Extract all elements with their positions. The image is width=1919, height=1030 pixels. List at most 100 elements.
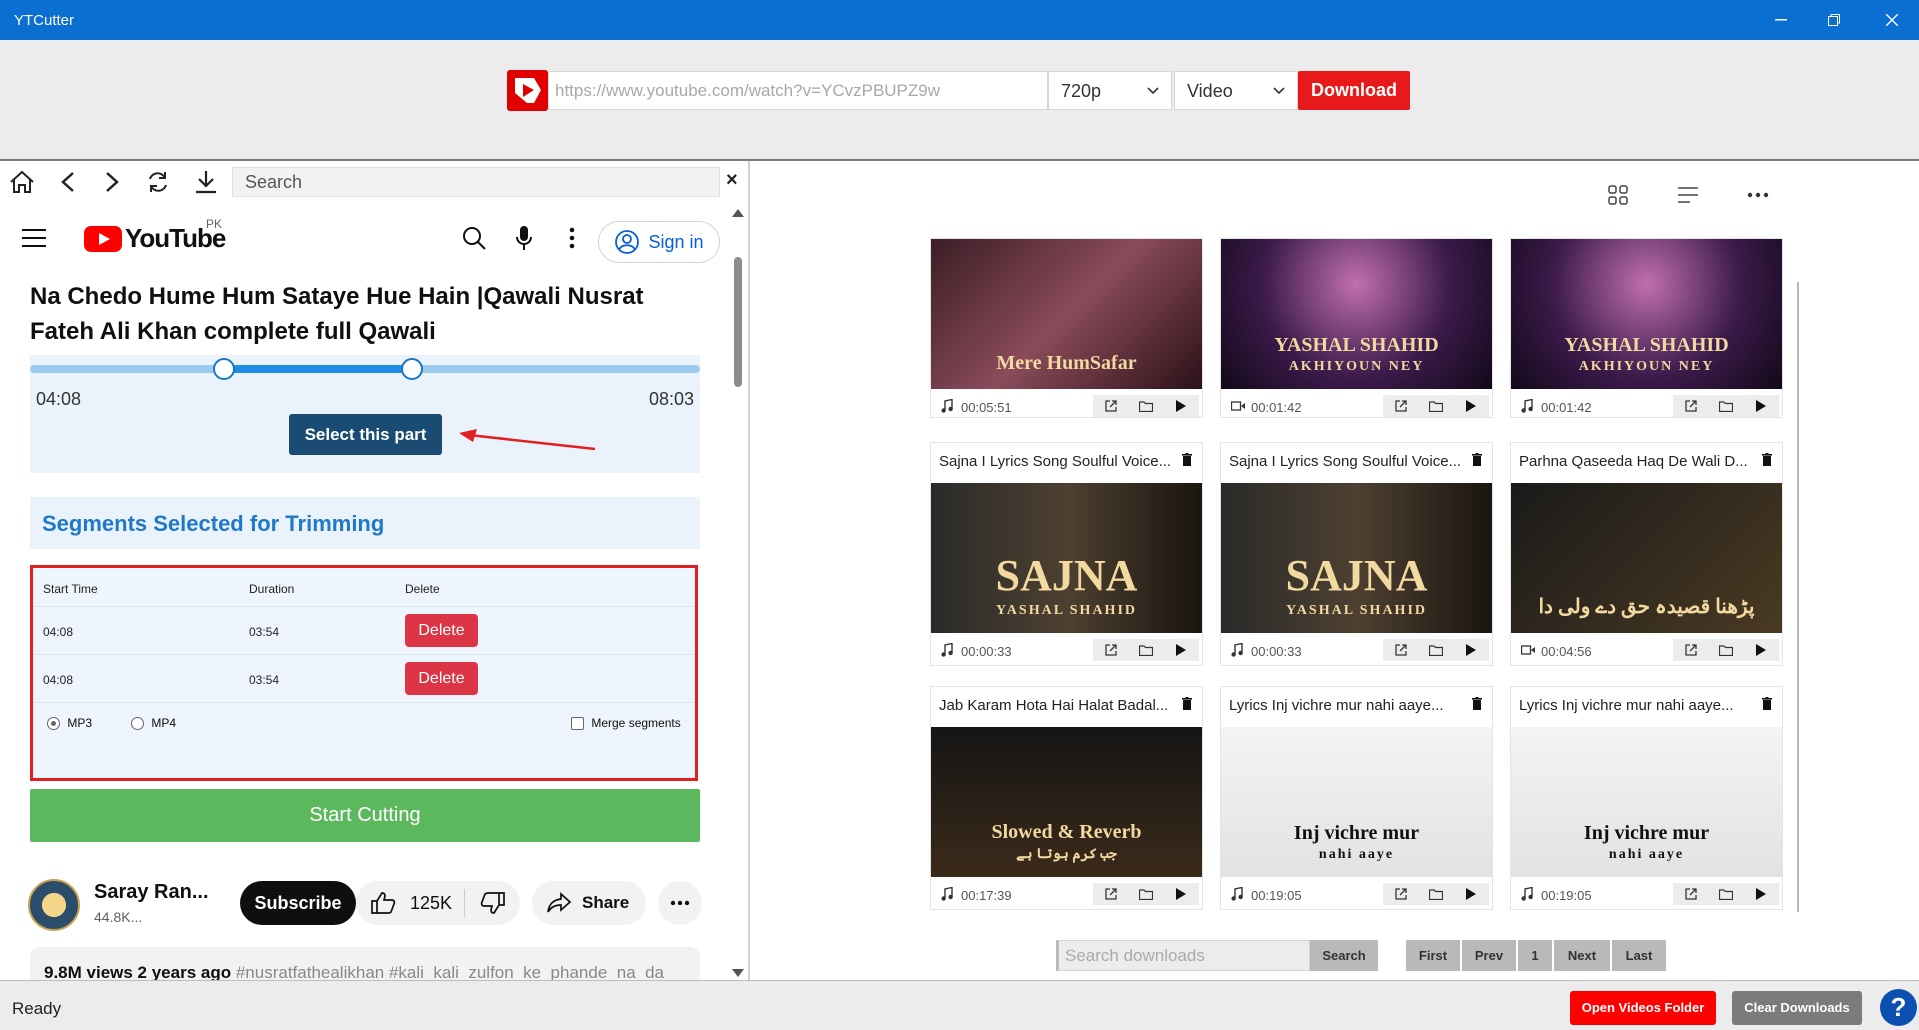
download-arrow-icon[interactable]: [190, 167, 222, 197]
folder-icon[interactable]: [1708, 395, 1743, 417]
gallery-scrollbar[interactable]: [1797, 282, 1799, 912]
scroll-down-icon[interactable]: [732, 969, 744, 977]
url-input[interactable]: https://www.youtube.com/watch?v=YCvzPBUP…: [548, 71, 1048, 110]
home-icon[interactable]: [6, 167, 38, 197]
trash-icon[interactable]: [1472, 453, 1482, 471]
scroll-thumb[interactable]: [734, 257, 742, 387]
download-card[interactable]: Mere HumSafar 00:05:51: [930, 238, 1203, 418]
thumbnail[interactable]: Mere HumSafar: [931, 239, 1202, 389]
download-card[interactable]: Jab Karam Hota Hai Halat Badal... Slowed …: [930, 686, 1203, 910]
play-icon[interactable]: [1164, 883, 1199, 905]
folder-icon[interactable]: [1418, 395, 1453, 417]
minimize-icon[interactable]: [1757, 0, 1805, 40]
thumbnail[interactable]: YASHAL SHAHID AKHIYOUN NEY: [1221, 239, 1492, 389]
video-tags[interactable]: #nusratfathealikhan #kali_kali_zulfon_ke…: [236, 963, 664, 980]
menu-icon[interactable]: [22, 229, 46, 247]
restore-icon[interactable]: [1810, 0, 1858, 40]
pagination-last[interactable]: Last: [1612, 940, 1668, 971]
thumbnail[interactable]: SAJNA YASHAL SHAHID: [1221, 483, 1492, 633]
back-icon[interactable]: [52, 167, 84, 197]
open-external-icon[interactable]: [1383, 883, 1418, 905]
play-icon[interactable]: [1744, 639, 1779, 661]
trash-icon[interactable]: [1762, 697, 1772, 715]
microphone-icon[interactable]: [508, 223, 540, 253]
open-external-icon[interactable]: [1383, 639, 1418, 661]
search-downloads-input[interactable]: Search downloads: [1056, 940, 1310, 971]
refresh-icon[interactable]: [142, 167, 174, 197]
folder-icon[interactable]: [1128, 883, 1163, 905]
select-this-part-button[interactable]: Select this part: [289, 414, 442, 455]
thumbnail[interactable]: Inj vichre mur nahi aaye: [1511, 727, 1782, 877]
start-cutting-button[interactable]: Start Cutting: [30, 789, 700, 842]
pagination-prev[interactable]: Prev: [1462, 940, 1518, 971]
open-external-icon[interactable]: [1673, 639, 1708, 661]
help-button[interactable]: ?: [1880, 989, 1917, 1026]
play-icon[interactable]: [1454, 395, 1489, 417]
close-icon[interactable]: [1868, 0, 1916, 40]
open-external-icon[interactable]: [1093, 639, 1128, 661]
download-card[interactable]: YASHAL SHAHID AKHIYOUN NEY 00:01:42: [1220, 238, 1493, 418]
quality-select[interactable]: 720p: [1048, 71, 1172, 110]
open-external-icon[interactable]: [1673, 883, 1708, 905]
open-external-icon[interactable]: [1093, 395, 1128, 417]
open-external-icon[interactable]: [1673, 395, 1708, 417]
folder-icon[interactable]: [1708, 639, 1743, 661]
delete-segment-button[interactable]: Delete: [405, 662, 478, 695]
thumbnail[interactable]: YASHAL SHAHID AKHIYOUN NEY: [1511, 239, 1782, 389]
download-card[interactable]: Lyrics Inj vichre mur nahi aaye... Inj vi…: [1510, 686, 1783, 910]
avatar[interactable]: [28, 879, 80, 931]
description-box[interactable]: 9.8M views 2 years ago #nusratfathealikh…: [30, 947, 700, 980]
trash-icon[interactable]: [1472, 697, 1482, 715]
thumbnail[interactable]: SAJNA YASHAL SHAHID: [931, 483, 1202, 633]
pagination-first[interactable]: First: [1406, 940, 1462, 971]
scroll-up-icon[interactable]: [732, 209, 744, 217]
trim-end-handle[interactable]: [400, 358, 423, 380]
folder-icon[interactable]: [1128, 395, 1163, 417]
subscribe-button[interactable]: Subscribe: [240, 881, 356, 925]
folder-icon[interactable]: [1418, 883, 1453, 905]
clear-downloads-button[interactable]: Clear Downloads: [1732, 991, 1862, 1025]
play-icon[interactable]: [1164, 395, 1199, 417]
format-mp3-option[interactable]: MP3: [47, 716, 92, 731]
pagination-page[interactable]: 1: [1518, 940, 1554, 971]
search-downloads-button[interactable]: Search: [1310, 940, 1378, 971]
play-icon[interactable]: [1744, 883, 1779, 905]
folder-icon[interactable]: [1418, 639, 1453, 661]
youtube-brand[interactable]: YouTube: [84, 223, 226, 254]
pagination-next[interactable]: Next: [1554, 940, 1612, 971]
format-mp4-option[interactable]: MP4: [131, 716, 176, 731]
trim-start-handle[interactable]: [213, 358, 236, 380]
mp4-radio[interactable]: [131, 717, 144, 731]
open-external-icon[interactable]: [1383, 395, 1418, 417]
merge-segments-checkbox[interactable]: [571, 717, 584, 731]
trash-icon[interactable]: [1762, 453, 1772, 471]
download-card[interactable]: Sajna I Lyrics Song Soulful Voice... SAJN…: [1220, 442, 1493, 666]
thumbnail[interactable]: Inj vichre mur nahi aaye: [1221, 727, 1492, 877]
play-icon[interactable]: [1164, 639, 1199, 661]
download-card[interactable]: YASHAL SHAHID AKHIYOUN NEY 00:01:42: [1510, 238, 1783, 418]
merge-segments-option[interactable]: Merge segments: [571, 716, 681, 731]
browser-scrollbar[interactable]: [728, 201, 748, 980]
more-actions-button[interactable]: [658, 881, 702, 925]
download-card[interactable]: Sajna I Lyrics Song Soulful Voice... SAJN…: [930, 442, 1203, 666]
format-select[interactable]: Video: [1174, 71, 1298, 110]
open-videos-folder-button[interactable]: Open Videos Folder: [1570, 991, 1716, 1025]
browser-search-input[interactable]: Search: [232, 167, 720, 197]
open-external-icon[interactable]: [1093, 883, 1128, 905]
browser-close-button[interactable]: ×: [726, 169, 738, 192]
folder-icon[interactable]: [1708, 883, 1743, 905]
share-button[interactable]: Share: [532, 881, 646, 925]
download-card[interactable]: Lyrics Inj vichre mur nahi aaye... Inj vi…: [1220, 686, 1493, 910]
delete-segment-button[interactable]: Delete: [405, 614, 478, 647]
forward-icon[interactable]: [96, 167, 128, 197]
trash-icon[interactable]: [1182, 453, 1192, 471]
thumbnail[interactable]: Slowed & Reverb جب کرم ہوتا ہے: [931, 727, 1202, 877]
thumbnail[interactable]: پڑھنا قصیدہ حق دے ولی دا: [1511, 483, 1782, 633]
like-button[interactable]: 125K: [370, 891, 452, 915]
more-vert-icon[interactable]: [556, 223, 588, 253]
download-card[interactable]: Parhna Qaseeda Haq De Wali D... پڑھنا قصی…: [1510, 442, 1783, 666]
play-icon[interactable]: [1454, 883, 1489, 905]
trash-icon[interactable]: [1182, 697, 1192, 715]
play-icon[interactable]: [1454, 639, 1489, 661]
channel-name[interactable]: Saray Ran...: [94, 881, 209, 904]
